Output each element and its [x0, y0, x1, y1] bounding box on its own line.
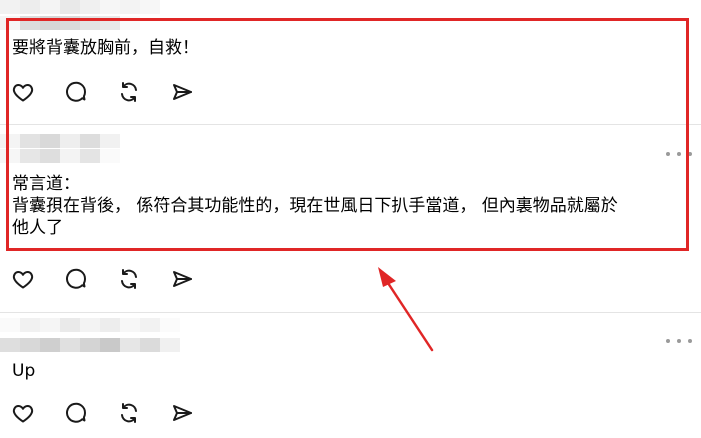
share-button[interactable] [169, 266, 195, 292]
post-divider [0, 124, 701, 125]
post-2-text: 常言道： 背囊孭在背後， 係符合其功能性的，現在世風日下扒手當道， 但內裏物品就… [12, 173, 618, 239]
comment-button[interactable] [63, 266, 89, 292]
send-icon [173, 84, 192, 100]
repost-icon [121, 82, 137, 102]
comment-bubble-icon [66, 81, 87, 102]
comment-button[interactable] [63, 79, 89, 105]
repost-icon [121, 269, 137, 289]
blurred-username [0, 0, 160, 32]
repost-button[interactable] [116, 79, 142, 105]
post-divider [0, 312, 701, 313]
heart-icon [12, 84, 34, 102]
send-icon [173, 405, 192, 421]
post-text-line: 要將背囊放胸前，自救！ [12, 38, 199, 58]
like-button[interactable] [10, 400, 36, 426]
post-text-line: Up [12, 361, 36, 381]
blurred-username [0, 318, 180, 358]
share-button[interactable] [169, 79, 195, 105]
post-3-actions [10, 400, 222, 426]
thread-page: 要將背囊放胸前，自救！ 常言道： 背囊孭在背後， 係符合其功能性的，現在世風日下… [0, 0, 701, 438]
more-options-button[interactable] [666, 335, 692, 347]
post-text-line: 背囊孭在背後， 係符合其功能性的，現在世風日下扒手當道， 但內裏物品就屬於 [12, 196, 618, 216]
like-button[interactable] [10, 79, 36, 105]
repost-icon [121, 403, 137, 423]
repost-button[interactable] [116, 400, 142, 426]
comment-bubble-icon [66, 268, 87, 289]
post-3-text: Up [12, 360, 35, 382]
send-icon [173, 271, 192, 287]
more-options-button[interactable] [666, 148, 692, 160]
share-button[interactable] [169, 400, 195, 426]
heart-icon [12, 271, 34, 289]
like-button[interactable] [10, 266, 36, 292]
blurred-username [0, 134, 120, 164]
comment-button[interactable] [63, 400, 89, 426]
post-1-text: 要將背囊放胸前，自救！ [12, 37, 199, 59]
post-1-actions [10, 79, 222, 105]
comment-bubble-icon [66, 402, 87, 423]
heart-icon [12, 405, 34, 423]
post-text-line: 他人了 [12, 218, 63, 238]
more-horizontal-icon [666, 339, 670, 343]
more-horizontal-icon [666, 152, 670, 156]
post-2-actions [10, 266, 222, 292]
repost-button[interactable] [116, 266, 142, 292]
post-text-line: 常言道： [12, 174, 80, 194]
